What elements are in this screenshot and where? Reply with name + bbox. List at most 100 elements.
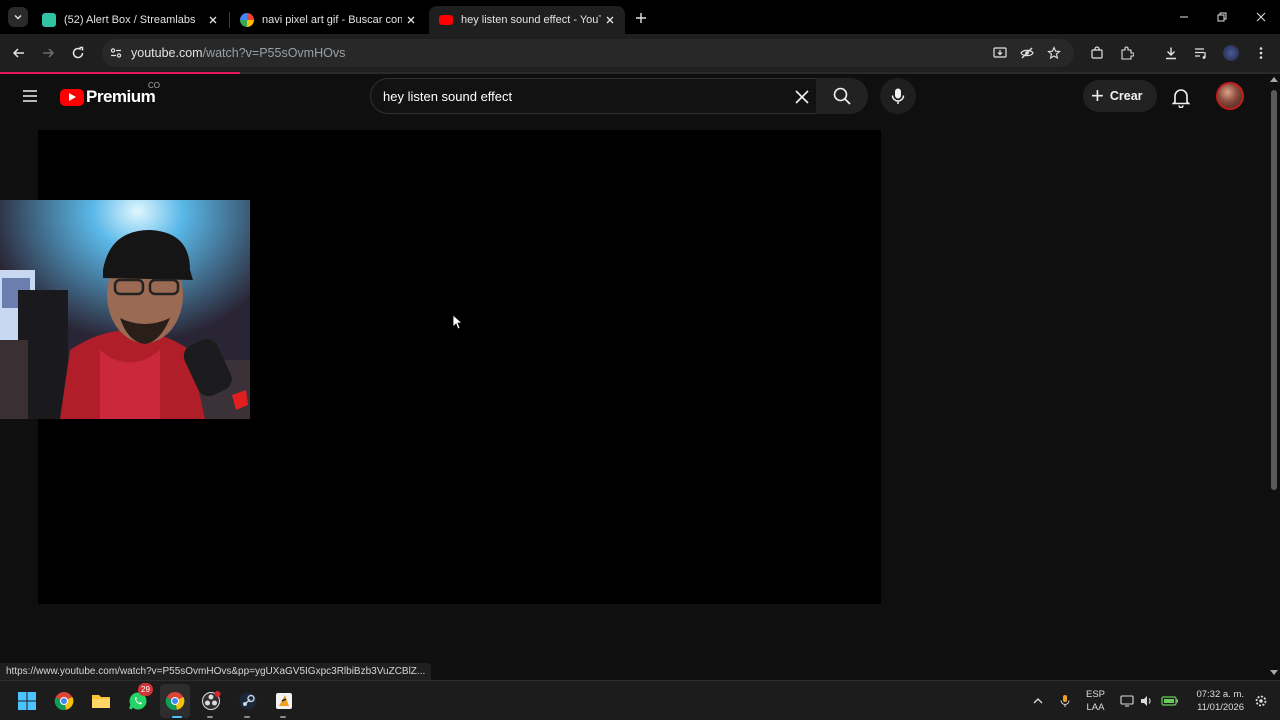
site-info-icon[interactable] xyxy=(109,46,123,60)
taskbar-steam[interactable] xyxy=(236,689,260,713)
tab-youtube[interactable]: hey listen sound effect - YouTu xyxy=(429,6,625,34)
url-text: youtube.com/watch?v=P55sOvmHOvs xyxy=(131,46,346,60)
start-button[interactable] xyxy=(15,689,39,713)
tray-battery[interactable] xyxy=(1158,689,1182,713)
taskbar-whatsapp[interactable]: 29 xyxy=(126,683,153,713)
back-button[interactable] xyxy=(8,42,30,64)
running-indicator xyxy=(244,716,250,718)
page-scrollbar[interactable] xyxy=(1268,74,1280,680)
reload-icon xyxy=(72,46,84,59)
chrome-menu-icon[interactable] xyxy=(1251,43,1271,63)
create-label: Crear xyxy=(1109,89,1143,103)
restore-icon xyxy=(1217,12,1227,22)
profile-avatar-icon[interactable] xyxy=(1221,43,1241,63)
tab-google-search[interactable]: navi pixel art gif - Buscar con G xyxy=(230,6,426,34)
close-tab-icon[interactable] xyxy=(601,11,619,29)
notifications-bell-icon[interactable] xyxy=(1170,86,1192,108)
plus-icon xyxy=(636,13,646,23)
tab-title: (52) Alert Box / Streamlabs xyxy=(64,14,196,26)
tab-title: navi pixel art gif - Buscar con G xyxy=(262,14,402,26)
steam-icon xyxy=(239,692,257,710)
bookmark-star-icon[interactable] xyxy=(1047,46,1061,60)
minimize-button[interactable] xyxy=(1173,6,1195,28)
address-bar[interactable]: youtube.com/watch?v=P55sOvmHOvs xyxy=(102,39,1074,67)
tab-streamlabs[interactable]: (52) Alert Box / Streamlabs xyxy=(32,6,228,34)
running-indicator xyxy=(207,716,213,718)
streamlabs-icon xyxy=(42,13,56,27)
youtube-masthead: Premium CO hey listen sound effect + Cre… xyxy=(0,74,1268,120)
taskbar-file-explorer[interactable] xyxy=(89,689,113,713)
youtube-icon xyxy=(439,15,453,25)
downloads-icon[interactable] xyxy=(1161,43,1181,63)
scroll-up-icon[interactable] xyxy=(1270,76,1278,82)
notification-center-button[interactable] xyxy=(1249,689,1273,713)
clock-time: 07:32 a. m. xyxy=(1196,689,1244,700)
scrollbar-thumb[interactable] xyxy=(1271,90,1277,490)
windows-taskbar: 29 ESP LAA 07:32 a. m. 11/01/2026 xyxy=(0,680,1280,720)
hamburger-menu-icon[interactable] xyxy=(20,86,40,106)
clock-date: 11/01/2026 xyxy=(1197,702,1244,713)
scroll-down-icon[interactable] xyxy=(1270,670,1278,676)
eye-off-icon[interactable] xyxy=(1020,46,1034,60)
windows-logo-icon xyxy=(18,692,36,710)
taskbar-chrome-active[interactable] xyxy=(163,689,187,713)
forward-button[interactable] xyxy=(37,42,59,64)
search-icon xyxy=(833,87,851,105)
running-indicator xyxy=(280,716,286,718)
chrome-icon xyxy=(54,692,74,711)
speaker-icon xyxy=(1141,696,1151,706)
media-control-icon[interactable] xyxy=(1191,43,1211,63)
new-tab-button[interactable] xyxy=(630,7,652,29)
tray-volume[interactable] xyxy=(1135,689,1159,713)
close-tab-icon[interactable] xyxy=(402,11,420,29)
streamer-webcam-image xyxy=(0,200,250,419)
battery-icon xyxy=(1161,696,1178,706)
browser-toolbar: youtube.com/watch?v=P55sOvmHOvs xyxy=(0,34,1280,96)
notification-gear-icon xyxy=(1255,695,1267,707)
taskbar-app[interactable] xyxy=(272,689,296,713)
keyboard-layout: LAA xyxy=(1086,702,1105,713)
create-button[interactable]: + Crear xyxy=(1083,80,1157,112)
country-code: CO xyxy=(148,81,160,90)
arrow-left-icon xyxy=(12,48,24,58)
search-input[interactable]: hey listen sound effect xyxy=(383,89,512,104)
shopping-icon[interactable] xyxy=(1087,43,1107,63)
webcam-overlay xyxy=(0,200,250,419)
taskbar-obs[interactable] xyxy=(199,689,223,713)
tray-microphone[interactable] xyxy=(1053,689,1077,713)
system-clock[interactable]: 07:32 a. m. 11/01/2026 xyxy=(1188,688,1244,714)
search-box[interactable]: hey listen sound effect xyxy=(370,78,824,114)
restore-button[interactable] xyxy=(1211,6,1233,28)
voice-search-button[interactable] xyxy=(880,78,916,114)
app-icon xyxy=(276,693,292,709)
network-icon xyxy=(1120,695,1134,707)
tab-search-button[interactable] xyxy=(8,7,28,27)
youtube-premium-logo[interactable]: Premium CO xyxy=(60,81,160,107)
minimize-icon xyxy=(1180,16,1188,18)
taskbar-chrome[interactable] xyxy=(52,689,76,713)
active-indicator xyxy=(172,716,182,718)
folder-icon xyxy=(92,695,110,708)
language-code: ESP xyxy=(1086,689,1106,700)
close-window-button[interactable] xyxy=(1250,6,1272,28)
input-language[interactable]: ESP LAA xyxy=(1086,688,1105,714)
browser-tab-strip: (52) Alert Box / Streamlabs navi pixel a… xyxy=(0,0,1280,34)
mouse-cursor-icon xyxy=(452,314,462,330)
obs-icon xyxy=(202,691,221,710)
youtube-play-icon xyxy=(60,88,84,106)
search-button[interactable] xyxy=(816,78,868,114)
microphone-icon xyxy=(891,88,905,104)
reload-button[interactable] xyxy=(67,42,89,64)
extensions-icon[interactable] xyxy=(1117,43,1137,63)
google-icon xyxy=(240,13,254,27)
install-app-icon[interactable] xyxy=(993,46,1007,60)
status-bar-url: https://www.youtube.com/watch?v=P55sOvmH… xyxy=(0,663,432,680)
close-icon xyxy=(1256,12,1266,22)
logo-text: Premium xyxy=(86,87,156,106)
user-avatar[interactable] xyxy=(1216,82,1244,110)
close-tab-icon[interactable] xyxy=(204,11,222,29)
microphone-icon xyxy=(1060,695,1070,707)
clear-search-icon[interactable] xyxy=(793,88,811,106)
chevron-up-icon xyxy=(1033,698,1043,704)
show-hidden-icons-button[interactable] xyxy=(1026,689,1050,713)
